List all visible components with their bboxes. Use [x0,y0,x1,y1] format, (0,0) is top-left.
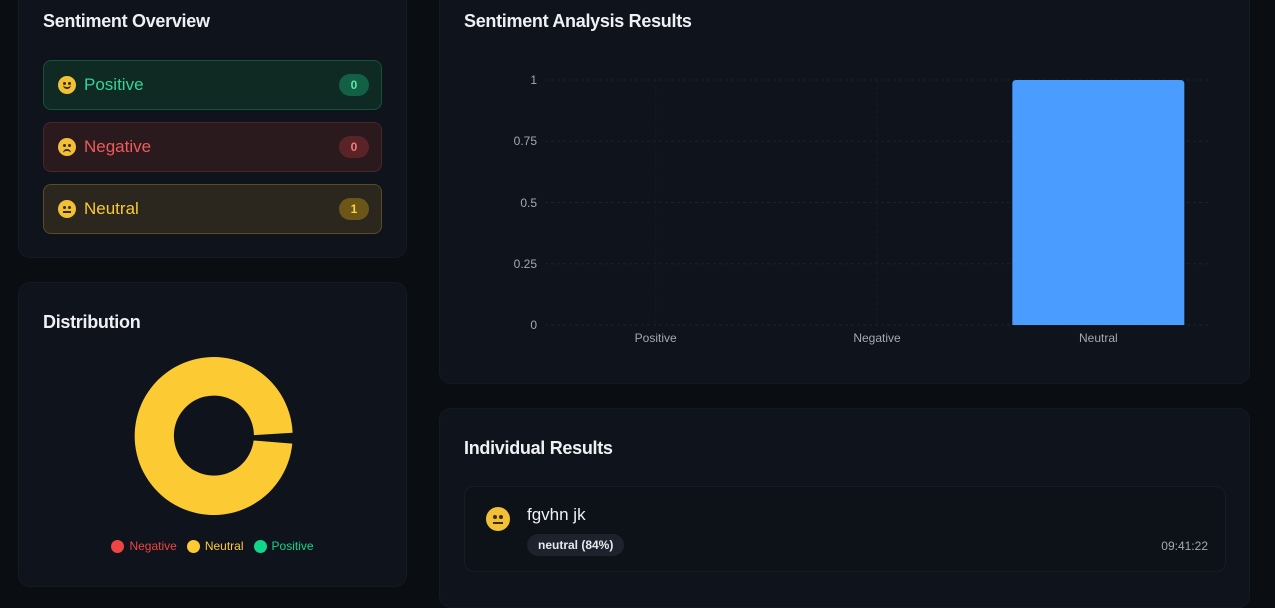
x-tick-label-positive: Positive [634,331,677,345]
smile-emoji-icon [58,76,76,94]
legend-item-neutral[interactable]: Neutral [186,539,244,553]
negative-row: Negative 0 [43,122,382,172]
y-tick-label: 1 [530,73,537,87]
bar-chart [545,79,1209,326]
legend-dot-negative [111,539,125,553]
legend-label-negative: Negative [129,539,177,553]
legend-label-neutral: Neutral [204,539,244,553]
legend-item-negative[interactable]: Negative [111,539,177,553]
negative-count-badge: 0 [339,136,369,158]
positive-label: Positive [84,75,144,94]
negative-label: Negative [84,137,152,156]
neutral-row: Neutral 1 [43,184,382,234]
y-tick-label: 0 [530,318,537,332]
distribution-card: Distribution Negative Neutral Positive [18,282,407,587]
neutral-count-badge: 1 [339,198,369,220]
sentiment-overview-card: Sentiment Overview Positive 0 Negative 0… [18,0,407,258]
y-tick-label: 0.75 [513,134,537,149]
x-tick-label-negative: Negative [853,331,901,345]
legend-dot-positive [253,539,267,553]
result-item[interactable]: fgvhn jk neutral (84%) 09:41:22 [464,486,1226,572]
y-tick-label: 0.5 [520,195,537,210]
results-chart-card: Sentiment Analysis Results 1 0.75 0.5 0.25 0… [439,0,1250,384]
distribution-legend: Negative Neutral Positive [19,539,406,553]
legend-label-positive: Positive [271,539,314,553]
neutral-emoji-icon [486,507,510,531]
legend-item-positive[interactable]: Positive [253,539,314,553]
sentiment-overview-title: Sentiment Overview [43,11,210,31]
bar-neutral[interactable] [1012,80,1185,325]
donut-slice-neutral[interactable] [134,357,293,516]
result-text: fgvhn jk [527,505,586,524]
result-timestamp: 09:41:22 [1161,539,1208,553]
positive-row: Positive 0 [43,60,382,110]
result-sentiment-badge: neutral (84%) [527,534,625,556]
legend-dot-neutral [186,539,200,553]
neutral-emoji-icon [58,200,76,218]
individual-results-title: Individual Results [464,438,613,458]
individual-results-card: Individual Results fgvhn jk neutral (84%… [439,408,1250,608]
neutral-label: Neutral [84,199,139,218]
y-tick-label: 0.25 [513,256,537,271]
sad-emoji-icon [58,138,76,156]
distribution-donut-chart [134,357,293,516]
x-tick-label-neutral: Neutral [1078,331,1118,345]
positive-count-badge: 0 [339,74,369,96]
